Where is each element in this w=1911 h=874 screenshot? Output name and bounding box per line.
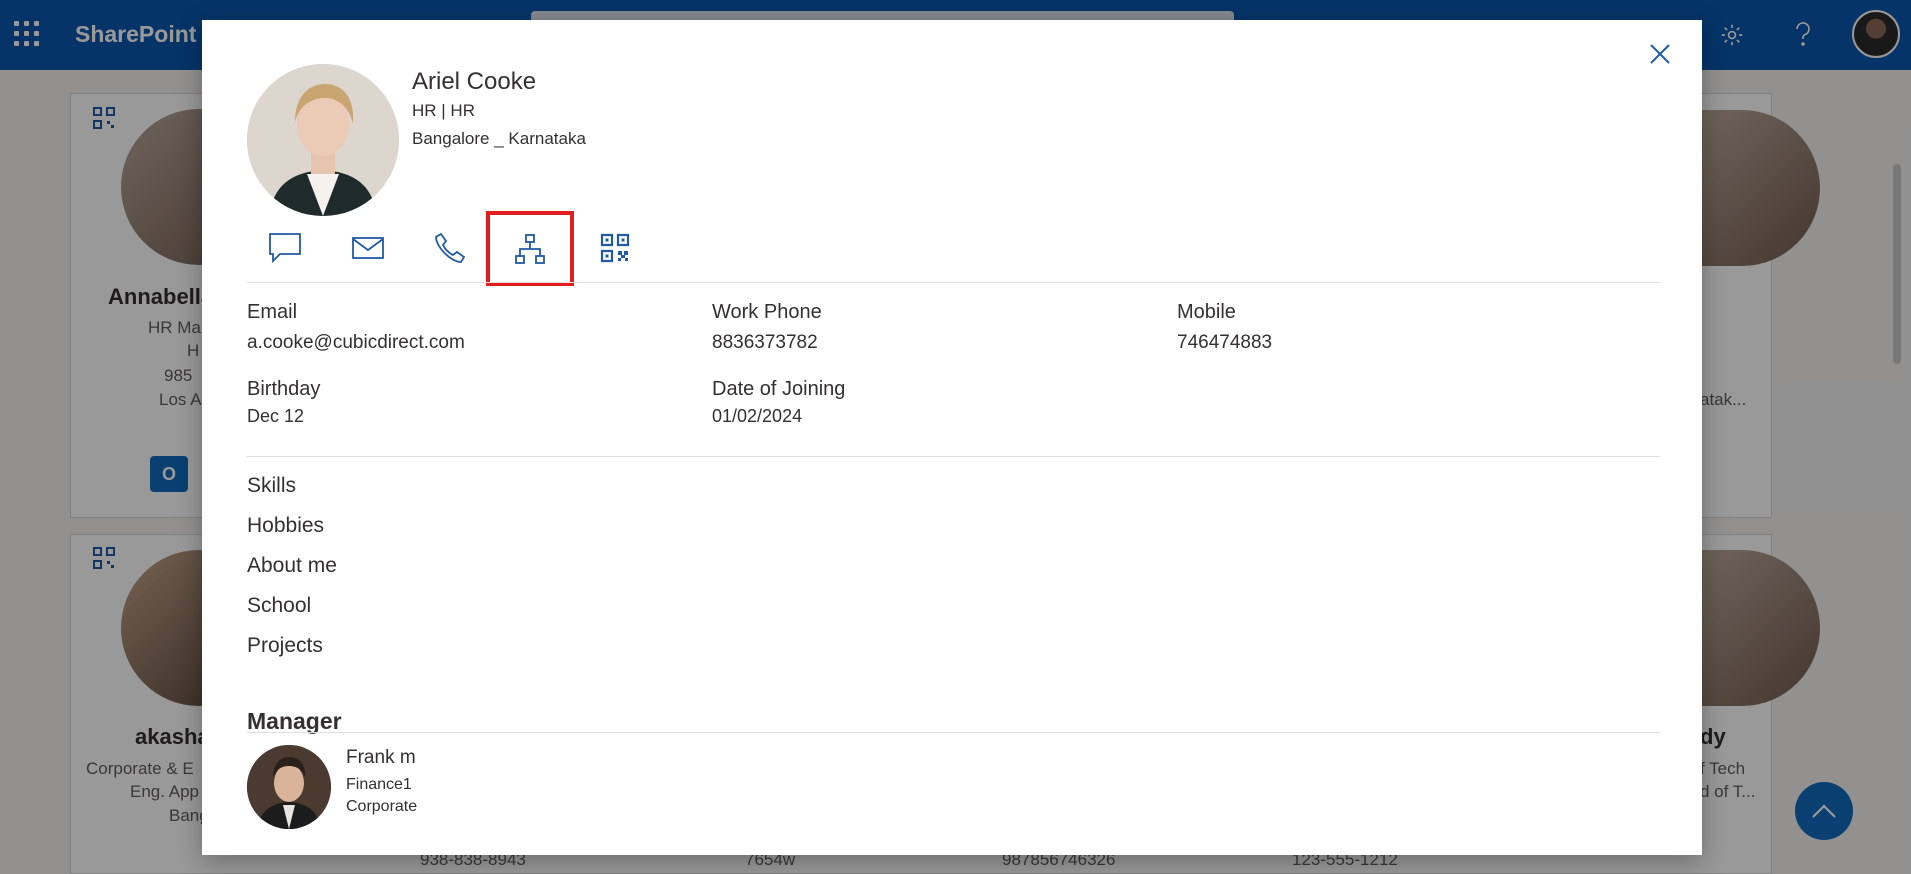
qr-code-icon	[600, 233, 630, 263]
chat-button[interactable]	[249, 215, 321, 281]
birthday-label: Birthday	[247, 378, 321, 400]
about-me-section[interactable]: About me	[247, 554, 337, 578]
mobile-label: Mobile	[1177, 301, 1236, 323]
divider	[247, 282, 1660, 283]
profile-dialog: Ariel Cooke HR | HR Bangalore _ Karnatak…	[202, 20, 1702, 855]
hobbies-section[interactable]: Hobbies	[247, 514, 324, 538]
manager-department: Finance1	[346, 776, 412, 793]
date-of-joining-value: 01/02/2024	[712, 406, 803, 426]
divider	[247, 732, 1660, 733]
profile-department: HR | HR	[412, 101, 475, 120]
email-button[interactable]	[332, 215, 404, 281]
profile-photo	[247, 64, 399, 216]
email-label: Email	[247, 301, 298, 323]
email-value[interactable]: a.cooke@cubicdirect.com	[247, 332, 465, 354]
manager-heading: Manager	[247, 708, 342, 734]
mail-icon	[352, 237, 384, 259]
profile-location: Bangalore _ Karnataka	[412, 129, 586, 148]
school-section[interactable]: School	[247, 594, 311, 618]
divider	[247, 456, 1660, 457]
org-chart-icon	[515, 233, 545, 264]
close-button[interactable]	[1642, 36, 1678, 72]
phone-icon	[435, 232, 466, 263]
manager-avatar[interactable]	[247, 745, 331, 829]
profile-name: Ariel Cooke	[412, 68, 537, 95]
skills-section[interactable]: Skills	[247, 474, 296, 498]
manager-name[interactable]: Frank m	[346, 747, 416, 769]
call-button[interactable]	[414, 215, 486, 281]
close-icon	[1650, 44, 1670, 64]
projects-section[interactable]: Projects	[247, 634, 323, 658]
birthday-value: Dec 12	[247, 406, 305, 426]
date-of-joining-label: Date of Joining	[712, 378, 846, 400]
chat-icon	[269, 233, 301, 264]
manager-division: Corporate	[346, 798, 418, 815]
work-phone-label: Work Phone	[712, 301, 822, 323]
mobile-value[interactable]: 746474883	[1177, 332, 1272, 354]
qr-code-button[interactable]	[579, 215, 651, 281]
org-chart-button[interactable]	[486, 211, 574, 286]
work-phone-value[interactable]: 8836373782	[712, 332, 818, 354]
